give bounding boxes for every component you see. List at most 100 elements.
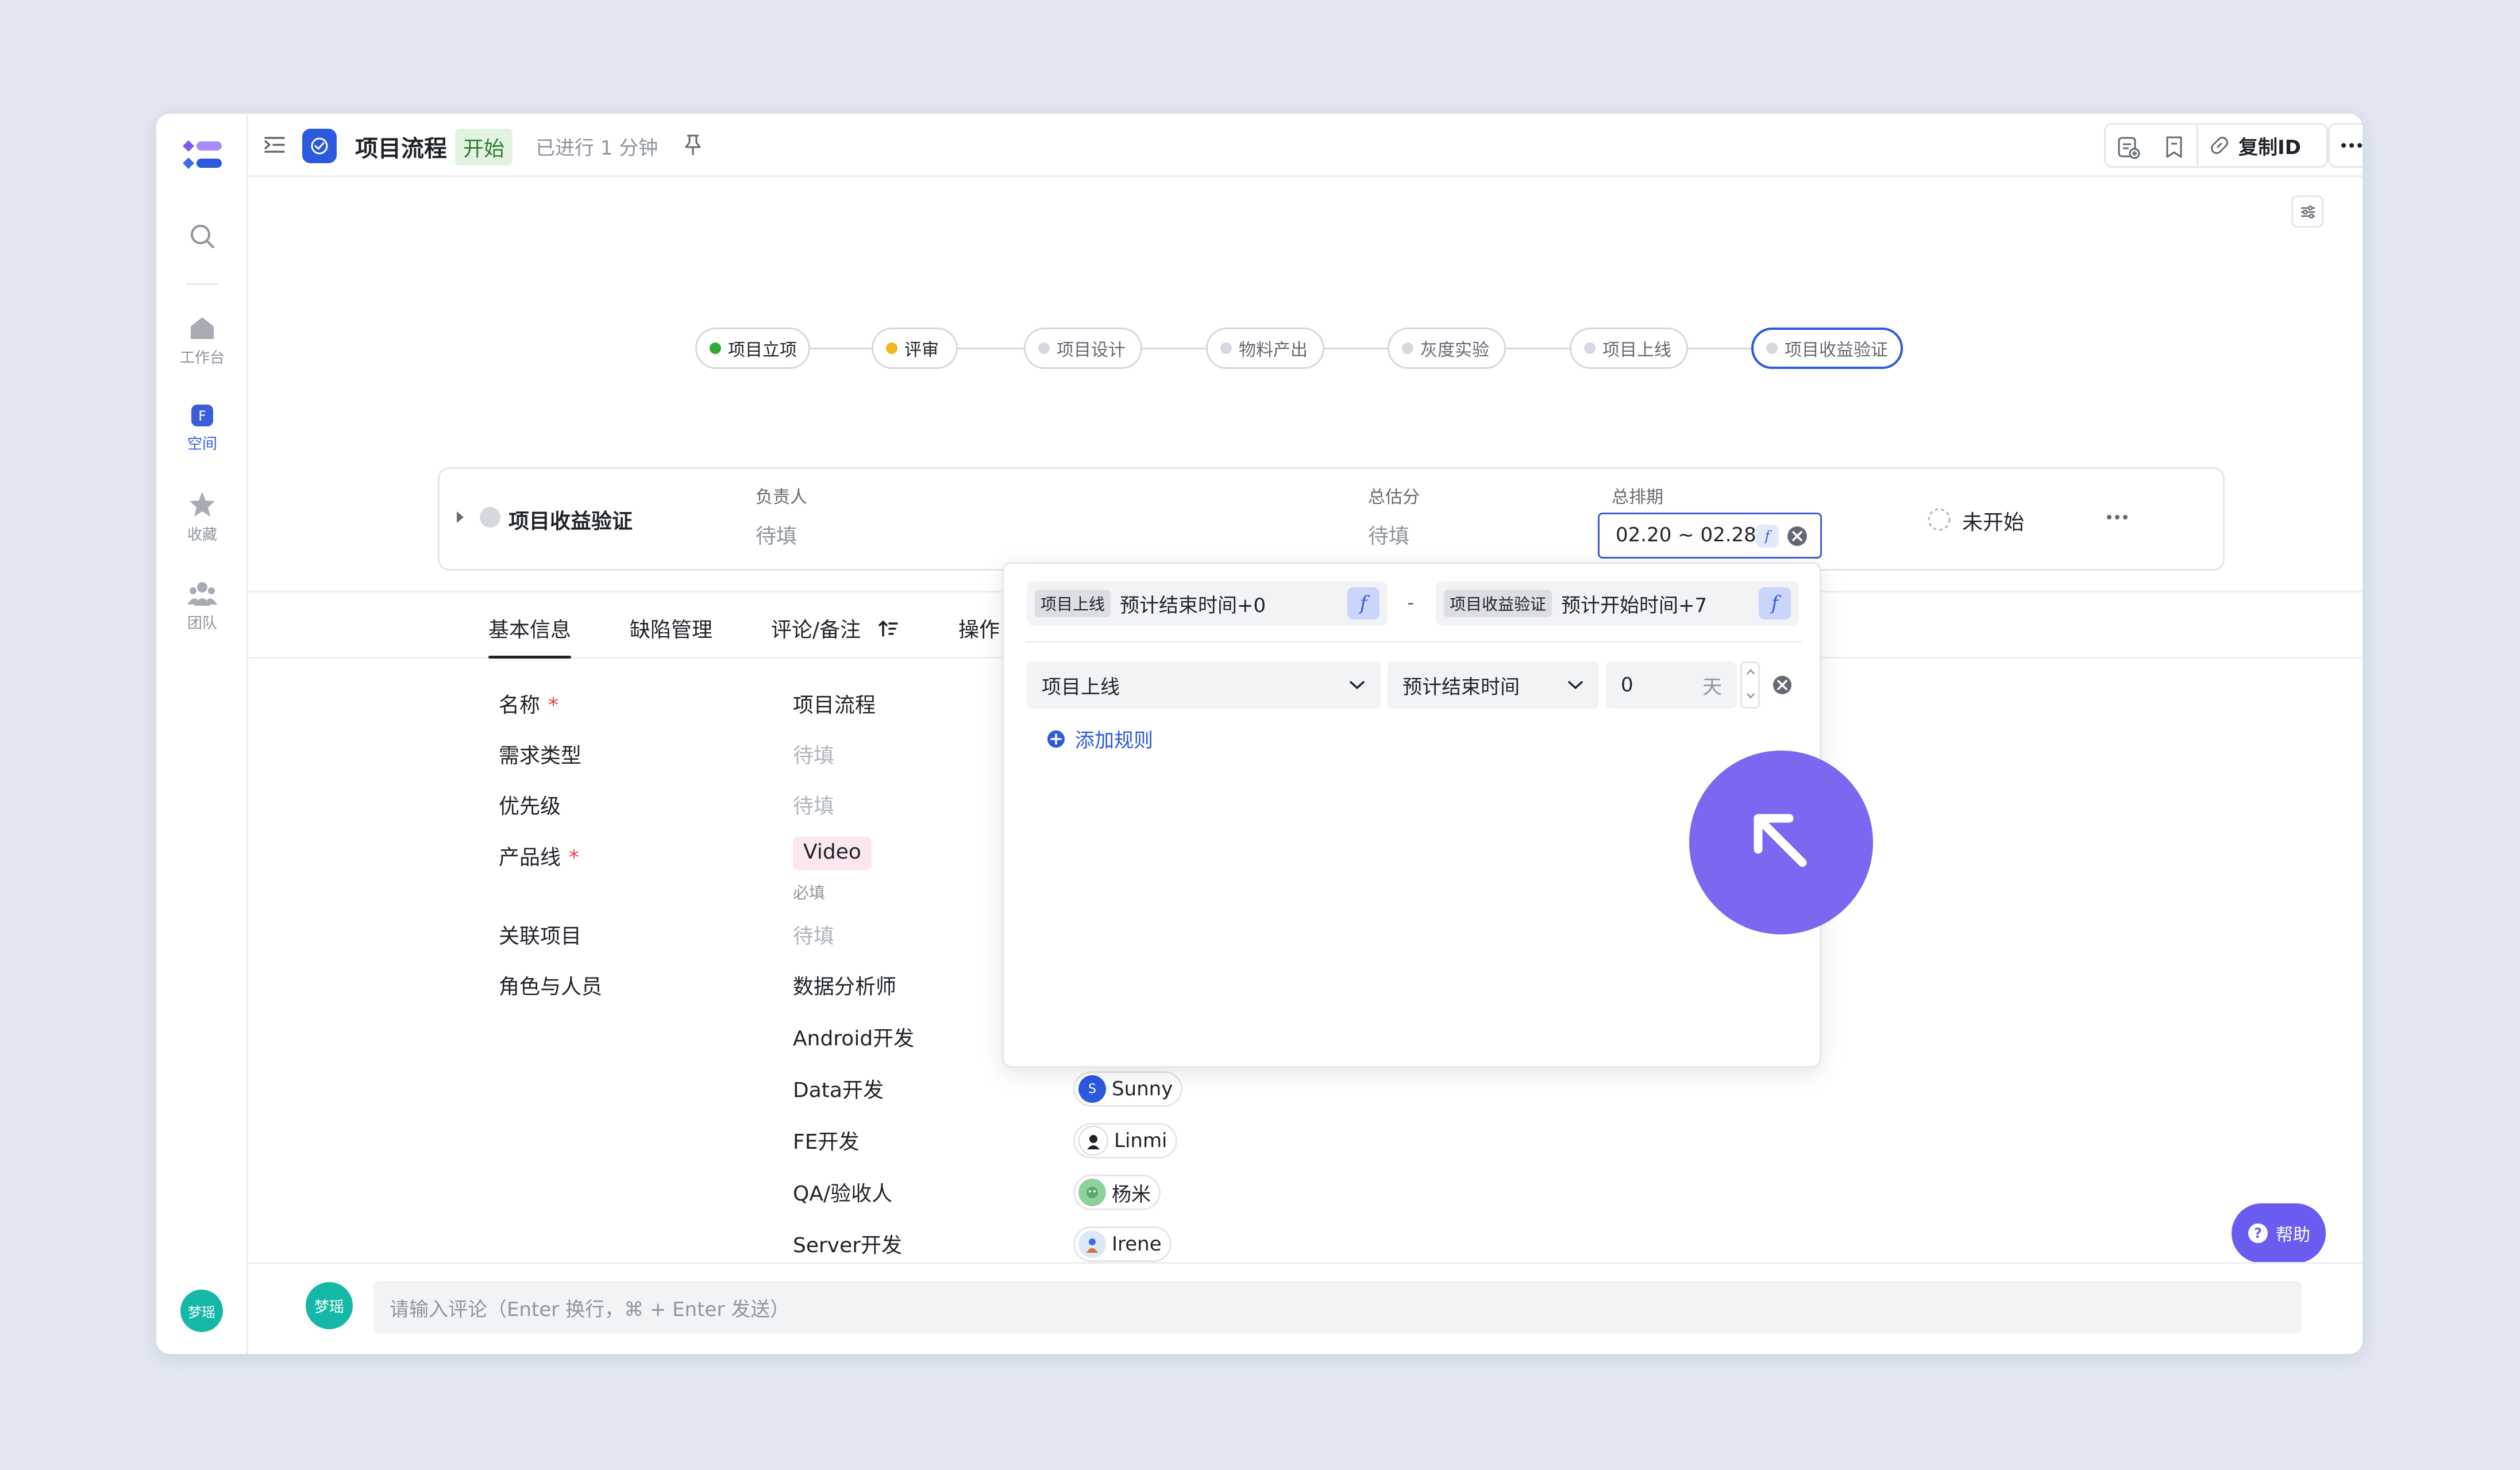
- more-button[interactable]: [2328, 123, 2363, 168]
- start-rule-node-tag: 项目上线: [1035, 590, 1111, 617]
- tab-operations[interactable]: 操作: [958, 613, 1000, 643]
- status-dot: [1038, 343, 1050, 354]
- flow-node-project-setup[interactable]: 项目立项: [695, 328, 810, 369]
- tab-defects[interactable]: 缺陷管理: [630, 613, 712, 643]
- tab-comments[interactable]: 评论/备注: [771, 613, 899, 643]
- link-icon: [2211, 137, 2228, 154]
- copy-id-button[interactable]: 复制ID: [2197, 125, 2330, 166]
- avatar: S: [1078, 1075, 1106, 1103]
- field-value-name[interactable]: 项目流程: [793, 688, 876, 718]
- pin-icon[interactable]: [683, 133, 703, 156]
- start-rule-expr: 预计结束时间+0: [1120, 594, 1266, 617]
- top-bar: 项目流程 开始 已进行 1 分钟 复制ID: [248, 114, 2363, 177]
- estimate-value[interactable]: 待填: [1368, 519, 1409, 549]
- status-dot: [1766, 343, 1778, 354]
- flow-connector: [807, 348, 874, 349]
- offset-value: 0: [1621, 674, 1633, 696]
- status-dot: [1220, 343, 1232, 354]
- node-detail-card: 项目收益验证 负责人 待填 总估分 待填 总排期 02.20 ~ 02.28 f…: [438, 467, 2225, 571]
- avatar: [1078, 1230, 1106, 1258]
- flow-node-launch[interactable]: 项目上线: [1570, 328, 1688, 369]
- person-chip[interactable]: Linmi: [1073, 1123, 1177, 1159]
- flow-node-materials[interactable]: 物料产出: [1206, 328, 1324, 369]
- formula-icon[interactable]: f: [1759, 587, 1791, 619]
- role-label: Data开发: [793, 1079, 884, 1102]
- person-name: Irene: [1112, 1233, 1162, 1256]
- cloud-icon[interactable]: [2116, 135, 2140, 159]
- field-label-name: 名称 *: [499, 694, 559, 717]
- flow-node-gray-test[interactable]: 灰度实验: [1388, 328, 1506, 369]
- person-chip[interactable]: S Sunny: [1073, 1071, 1183, 1107]
- flow-node-label: 评审: [904, 340, 939, 360]
- offset-input[interactable]: 0 天: [1606, 661, 1737, 709]
- question-icon: ?: [2248, 1223, 2268, 1243]
- formula-icon[interactable]: f: [1347, 587, 1380, 619]
- field-label-product-line: 产品线 *: [499, 846, 580, 869]
- flow-node-design[interactable]: 项目设计: [1024, 328, 1142, 369]
- sidebar-item-favorites[interactable]: 收藏: [156, 491, 248, 544]
- chevron-down-icon[interactable]: [1745, 692, 1756, 700]
- add-rule-button[interactable]: 添加规则: [1046, 725, 1153, 753]
- user-avatar[interactable]: 梦瑶: [180, 1290, 223, 1332]
- role-label: 数据分析师: [793, 975, 897, 999]
- field-value-type[interactable]: 待填: [793, 739, 834, 769]
- field-value-related-project[interactable]: 待填: [793, 919, 834, 949]
- sidebar: 工作台 F 空间 收藏 团队 梦瑶: [156, 114, 248, 1354]
- node-status[interactable]: 未开始: [1962, 506, 2024, 536]
- help-button[interactable]: ? 帮助: [2232, 1203, 2326, 1263]
- end-rule[interactable]: 项目收益验证 预计开始时间+7 f: [1436, 581, 1799, 626]
- clear-icon[interactable]: [1786, 525, 1809, 548]
- app-window: 工作台 F 空间 收藏 团队 梦瑶 项目流程 开始 已进行 1 分钟 复制ID …: [156, 114, 2363, 1354]
- flow-node-revenue-verify[interactable]: 项目收益验证: [1751, 328, 1903, 369]
- tab-basic-info[interactable]: 基本信息: [488, 613, 572, 659]
- svg-text:F: F: [198, 408, 206, 424]
- schedule-label: 总排期: [1612, 487, 1663, 507]
- status-dot: [886, 343, 897, 354]
- star-icon: [190, 492, 215, 517]
- comment-input[interactable]: 请输入评论（Enter 换行，⌘ + Enter 发送）: [373, 1281, 2302, 1334]
- flow-node-review[interactable]: 评审: [872, 328, 958, 369]
- offset-unit: 天: [1702, 675, 1722, 699]
- chevron-up-icon[interactable]: [1745, 668, 1756, 676]
- person-chip[interactable]: Irene: [1073, 1226, 1172, 1262]
- chevron-down-icon: [1350, 681, 1365, 690]
- tab-label: 基本信息: [488, 618, 572, 642]
- sidebar-item-team[interactable]: 团队: [156, 580, 248, 633]
- status-badge: 开始: [455, 129, 513, 166]
- comment-bar: 梦瑶 请输入评论（Enter 换行，⌘ + Enter 发送）: [248, 1262, 2363, 1354]
- remove-rule-icon[interactable]: [1771, 674, 1793, 696]
- status-dot: [710, 343, 721, 354]
- start-rule[interactable]: 项目上线 预计结束时间+0 f: [1027, 581, 1388, 626]
- expand-caret-icon[interactable]: [454, 510, 466, 524]
- person-chip[interactable]: 杨米: [1073, 1175, 1161, 1210]
- avatar: [1078, 1179, 1106, 1206]
- sidebar-divider: [186, 283, 218, 285]
- view-settings-button[interactable]: [2291, 195, 2324, 228]
- search-icon[interactable]: [156, 222, 248, 255]
- collapse-sidebar-icon[interactable]: [263, 133, 286, 156]
- bookmark-icon[interactable]: [2163, 135, 2185, 159]
- sidebar-item-label: 收藏: [187, 526, 217, 544]
- tab-label: 缺陷管理: [630, 618, 713, 642]
- offset-stepper[interactable]: [1740, 661, 1760, 709]
- page-title: 项目流程: [355, 136, 447, 162]
- end-rule-node-tag: 项目收益验证: [1444, 590, 1552, 617]
- home-icon: [191, 317, 214, 339]
- field-value-priority[interactable]: 待填: [793, 790, 834, 819]
- rule-field-select[interactable]: 预计结束时间: [1388, 661, 1599, 709]
- tab-label: 评论/备注: [771, 618, 861, 642]
- product-line-tag[interactable]: Video: [793, 837, 872, 870]
- app-logo[interactable]: [179, 138, 225, 175]
- schedule-field[interactable]: 02.20 ~ 02.28 f: [1598, 513, 1822, 559]
- sidebar-item-label: 工作台: [179, 349, 225, 367]
- owner-label: 负责人: [756, 487, 807, 507]
- more-icon[interactable]: [2106, 514, 2129, 521]
- sort-icon[interactable]: [878, 618, 899, 639]
- owner-value[interactable]: 待填: [756, 519, 797, 549]
- elapsed-time: 已进行 1 分钟: [535, 137, 658, 160]
- rule-node-select[interactable]: 项目上线: [1027, 661, 1381, 709]
- sidebar-item-workbench[interactable]: 工作台: [156, 314, 248, 367]
- toolbar-button-group: 复制ID: [2104, 123, 2328, 168]
- formula-icon[interactable]: f: [1756, 525, 1779, 548]
- sidebar-item-space[interactable]: F 空间: [156, 403, 248, 453]
